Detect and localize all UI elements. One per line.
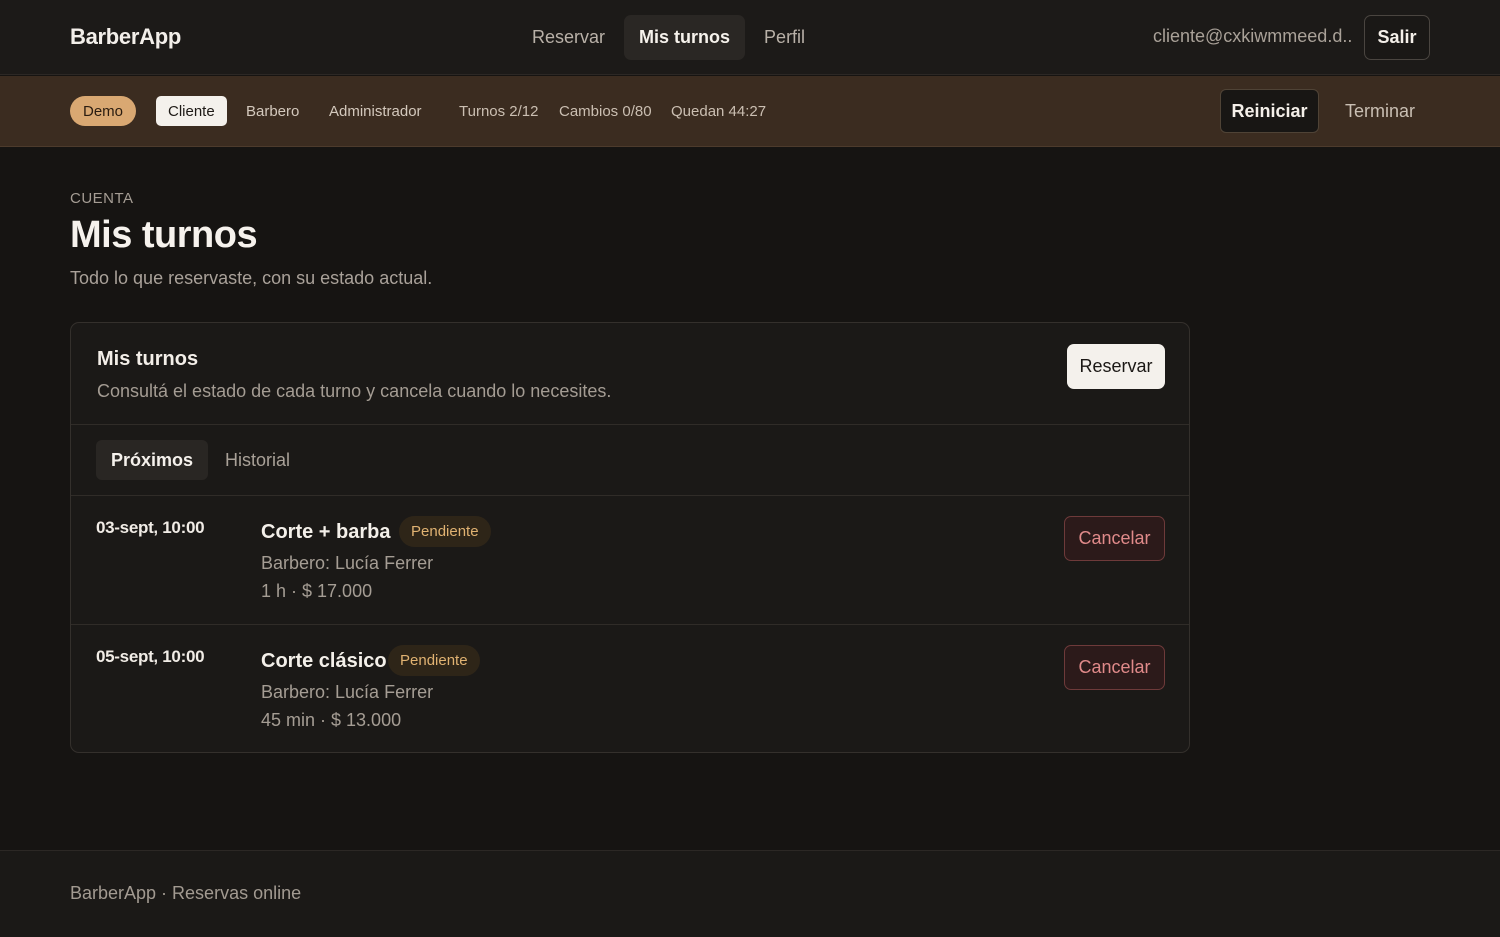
page-title: Mis turnos [70,214,258,256]
card-title: Mis turnos [97,348,199,370]
appointment-meta: 45 min · $ 13.000 [261,710,402,730]
stat-turnos: Turnos 2/12 [459,103,539,120]
user-email: cliente@cxkiwmmeed.d... [1153,26,1351,46]
top-navbar: BarberApp Reservar Mis turnos Perfil cli… [0,0,1500,75]
page-subtitle: Todo lo que reservaste, con su estado ac… [70,268,433,288]
appointments-tabs: Próximos Historial [71,425,1189,496]
main-nav: Reservar Mis turnos Perfil [517,15,820,60]
appointments-card: Mis turnos Consultá el estado de cada tu… [70,322,1190,753]
role-tab-administrador[interactable]: Administrador [317,96,434,126]
status-badge: Pendiente [399,516,491,547]
page-footer: BarberApp · Reservas online [0,850,1500,937]
demo-bar: Demo Cliente Barbero Administrador Turno… [0,76,1500,147]
role-tab-barbero[interactable]: Barbero [234,96,311,126]
appointment-service: Corte clásico [261,650,387,672]
tab-proximos[interactable]: Próximos [96,440,209,480]
nav-item-mis-turnos[interactable]: Mis turnos [624,15,746,60]
footer-text: BarberApp · Reservas online [70,883,302,903]
reserve-button[interactable]: Reservar [1067,344,1165,389]
appointment-barber: Barbero: Lucía Ferrer [261,553,434,573]
demo-badge: Demo [70,96,136,126]
appointment-row: 05-sept, 10:00 Corte clásico Pendiente B… [71,624,1189,752]
status-badge: Pendiente [388,645,480,676]
tab-historial[interactable]: Historial [210,440,305,480]
logout-button[interactable]: Salir [1364,15,1430,60]
appointment-service: Corte + barba [261,521,391,543]
page-eyebrow: CUENTA [70,190,134,207]
appointment-barber: Barbero: Lucía Ferrer [261,682,434,702]
appointment-date: 05-sept, 10:00 [96,647,205,666]
appointment-row: 03-sept, 10:00 Corte + barba Pendiente B… [71,496,1189,625]
nav-item-reservar[interactable]: Reservar [517,15,620,60]
card-header: Mis turnos Consultá el estado de cada tu… [71,323,1189,425]
appointment-date: 03-sept, 10:00 [96,518,205,537]
stat-quedan: Quedan 44:27 [671,103,767,120]
cancel-button[interactable]: Cancelar [1064,516,1165,561]
reset-demo-button[interactable]: Reiniciar [1220,89,1319,133]
nav-item-perfil[interactable]: Perfil [749,15,820,60]
role-tab-cliente[interactable]: Cliente [156,96,227,126]
brand-logo[interactable]: BarberApp [70,24,181,50]
appointment-meta: 1 h · $ 17.000 [261,581,373,601]
end-demo-button[interactable]: Terminar [1331,89,1429,133]
cancel-button[interactable]: Cancelar [1064,645,1165,690]
card-subtitle: Consultá el estado de cada turno y cance… [97,381,612,401]
stat-cambios: Cambios 0/80 [559,103,652,120]
